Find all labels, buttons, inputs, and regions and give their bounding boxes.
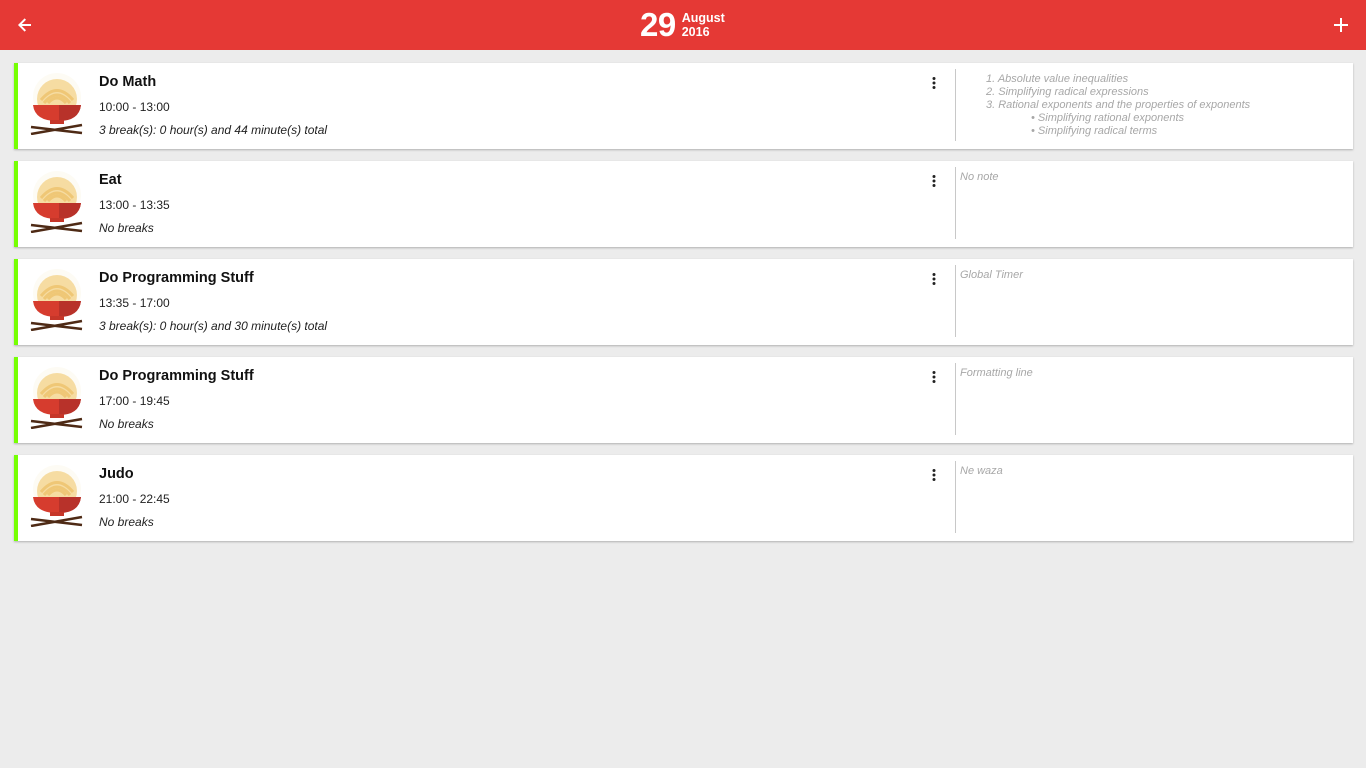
task-note: Formatting line <box>960 367 1033 379</box>
task-note: Ne waza <box>960 465 1003 477</box>
task-breaks: No breaks <box>99 417 154 431</box>
date-display: 29 August 2016 <box>640 7 725 43</box>
task-title: Do Programming Stuff <box>99 368 254 384</box>
note-subitem: • Simplifying rational exponents <box>1031 112 1185 124</box>
note-divider <box>955 363 956 435</box>
task-menu-button[interactable] <box>924 75 944 91</box>
task-time: 13:35 - 17:00 <box>99 296 170 310</box>
note-subitem: • Simplifying radical terms <box>1031 125 1158 137</box>
noodle-bowl-icon <box>30 465 83 527</box>
date-month: August <box>681 11 725 25</box>
task-note: No note <box>960 171 999 183</box>
note-subitem-list: • Simplifying rational exponents • Simpl… <box>986 112 1250 138</box>
date-day: 29 <box>640 6 676 43</box>
task-breaks: No breaks <box>99 221 154 235</box>
more-vertical-icon <box>932 175 936 187</box>
task-menu-button[interactable] <box>924 173 944 189</box>
task-card[interactable]: Judo 21:00 - 22:45 No breaks Ne waza <box>14 455 1353 541</box>
noodle-bowl-icon <box>30 171 83 233</box>
task-card[interactable]: Do Math 10:00 - 13:00 3 break(s): 0 hour… <box>14 63 1353 149</box>
note-divider <box>955 265 956 337</box>
task-breaks: No breaks <box>99 515 154 529</box>
task-menu-button[interactable] <box>924 271 944 287</box>
task-title: Judo <box>99 466 134 482</box>
task-title: Do Math <box>99 74 157 90</box>
note-item: 2. Simplifying radical expressions <box>986 86 1149 98</box>
task-title: Do Programming Stuff <box>99 270 254 286</box>
task-card[interactable]: Do Programming Stuff 17:00 - 19:45 No br… <box>14 357 1353 443</box>
task-menu-button[interactable] <box>924 369 944 385</box>
arrow-left-icon <box>18 18 31 32</box>
plus-icon <box>1334 18 1348 32</box>
task-time: 17:00 - 19:45 <box>99 394 170 408</box>
noodle-bowl-icon <box>30 367 83 429</box>
task-breaks: 3 break(s): 0 hour(s) and 44 minute(s) t… <box>99 123 328 137</box>
task-list: Do Math 10:00 - 13:00 3 break(s): 0 hour… <box>14 63 1353 553</box>
more-vertical-icon <box>932 273 936 285</box>
task-time: 13:00 - 13:35 <box>99 198 170 212</box>
note-divider <box>955 461 956 533</box>
task-note: 1. Absolute value inequalities 2. Simpli… <box>986 73 1250 138</box>
note-divider <box>955 69 956 141</box>
top-app-bar: 29 August 2016 <box>0 0 1366 50</box>
task-note: Global Timer <box>960 269 1023 281</box>
task-time: 21:00 - 22:45 <box>99 492 170 506</box>
task-title: Eat <box>99 172 122 188</box>
task-card[interactable]: Eat 13:00 - 13:35 No breaks No note <box>14 161 1353 247</box>
more-vertical-icon <box>932 371 936 383</box>
note-item: 3. Rational exponents and the properties… <box>986 99 1251 111</box>
back-button[interactable] <box>12 12 38 38</box>
add-button[interactable] <box>1328 12 1354 38</box>
task-card[interactable]: Do Programming Stuff 13:35 - 17:00 3 bre… <box>14 259 1353 345</box>
more-vertical-icon <box>932 469 936 481</box>
more-vertical-icon <box>932 77 936 89</box>
noodle-bowl-icon <box>30 73 83 135</box>
date-month-year: August 2016 <box>682 11 725 39</box>
noodle-bowl-icon <box>30 269 83 331</box>
task-menu-button[interactable] <box>924 467 944 483</box>
note-item: 1. Absolute value inequalities <box>986 73 1129 85</box>
note-divider <box>955 167 956 239</box>
task-time: 10:00 - 13:00 <box>99 100 170 114</box>
task-breaks: 3 break(s): 0 hour(s) and 30 minute(s) t… <box>99 319 328 333</box>
date-year: 2016 <box>681 25 710 39</box>
